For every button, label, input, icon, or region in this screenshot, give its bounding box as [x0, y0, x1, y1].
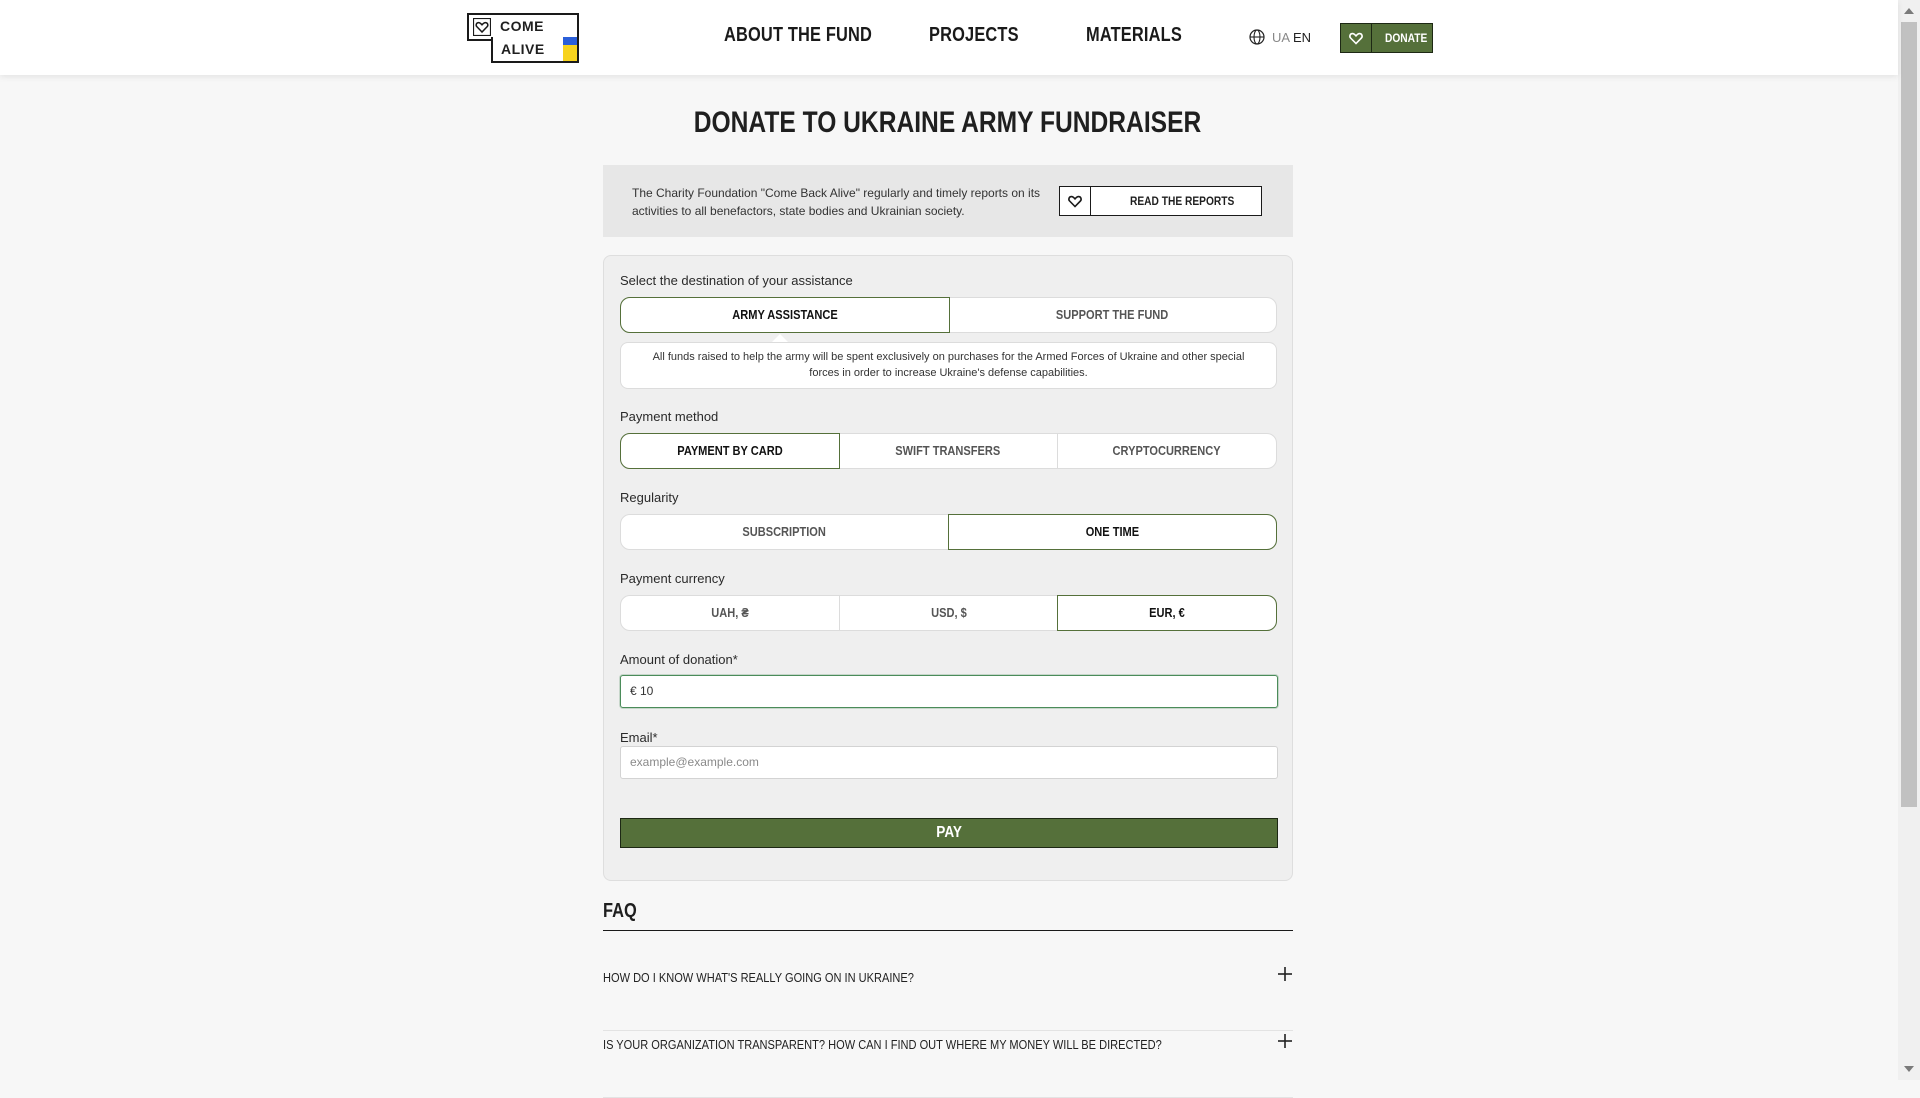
reports-banner-text: The Charity Foundation "Come Back Alive"… — [632, 186, 1041, 218]
plus-icon[interactable] — [1277, 1033, 1293, 1049]
regularity-label: Regularity — [620, 490, 679, 505]
header-donate-button[interactable]: DONATE — [1340, 23, 1433, 53]
faq-question: HOW DO I KNOW WHAT'S REALLY GOING ON IN … — [603, 970, 914, 985]
lang-ua[interactable]: UA — [1272, 30, 1290, 45]
destination-label: Select the destination of your assistanc… — [620, 273, 853, 288]
faq-divider — [603, 930, 1293, 931]
ukraine-flag — [563, 37, 577, 61]
logo[interactable]: COME BACK ALIVE — [467, 13, 579, 65]
reports-banner: The Charity Foundation "Come Back Alive"… — [603, 165, 1293, 237]
read-reports-button[interactable]: READ THE REPORTS — [1059, 186, 1262, 216]
pay-button[interactable]: PAY — [620, 818, 1278, 848]
cryptocurrency-option[interactable]: CRYPTOCURRENCY — [1058, 434, 1276, 468]
read-reports-label: READ THE REPORTS — [1130, 194, 1235, 208]
scroll-down-arrow-icon[interactable] — [1904, 1066, 1914, 1072]
scroll-thumb[interactable] — [1901, 22, 1917, 807]
regularity-selector: SUBSCRIPTION ONE TIME — [620, 514, 1277, 550]
one-time-option[interactable]: ONE TIME — [948, 514, 1277, 550]
payment-by-card-option[interactable]: PAYMENT BY CARD — [620, 433, 840, 469]
heart-icon — [1349, 32, 1363, 45]
donation-form: Select the destination of your assistanc… — [603, 255, 1293, 881]
payment-method-label: Payment method — [620, 409, 719, 424]
nav-projects[interactable]: PROJECTS — [929, 24, 1019, 47]
amount-label: Amount of donation* — [620, 652, 738, 667]
nav-about-the-fund[interactable]: ABOUT THE FUND — [724, 24, 872, 47]
faq-item[interactable]: HOW DO I KNOW WHAT'S REALLY GOING ON IN … — [603, 967, 1293, 1031]
currency-selector: UAH, ₴ USD, $ EUR, € — [620, 595, 1278, 631]
currency-usd-option[interactable]: USD, $ — [840, 596, 1059, 630]
faq-item[interactable]: IS YOUR ORGANIZATION TRANSPARENT? HOW CA… — [603, 1034, 1293, 1098]
currency-uah-option[interactable]: UAH, ₴ — [621, 596, 840, 630]
destination-note: All funds raised to help the army will b… — [620, 342, 1277, 389]
page-title: DONATE TO UKRAINE ARMY FUNDRAISER — [693, 106, 1202, 139]
lang-en[interactable]: EN — [1293, 30, 1311, 45]
page-scrollbar[interactable] — [1898, 0, 1920, 1080]
nav-materials[interactable]: MATERIALS — [1086, 24, 1182, 47]
heart-icon — [1068, 195, 1082, 208]
logo-text-line2: ALIVE — [501, 41, 545, 57]
payment-method-selector: PAYMENT BY CARD SWIFT TRANSFERS CRYPTOCU… — [620, 433, 1277, 469]
destination-support-the-fund[interactable]: SUPPORT THE FUND — [949, 298, 1277, 332]
currency-label: Payment currency — [620, 571, 725, 586]
heart-icon — [473, 18, 491, 36]
swift-transfers-option[interactable]: SWIFT TRANSFERS — [839, 434, 1058, 468]
currency-eur-option[interactable]: EUR, € — [1057, 595, 1278, 631]
donate-label: DONATE — [1385, 31, 1428, 45]
destination-selector: ARMY ASSISTANCE SUPPORT THE FUND — [620, 297, 1277, 333]
email-label: Email* — [620, 730, 658, 745]
faq-title: FAQ — [603, 900, 637, 922]
site-header: COME BACK ALIVE ABOUT THE FUND PROJECTS … — [0, 0, 1898, 75]
destination-army-assistance[interactable]: ARMY ASSISTANCE — [620, 297, 950, 333]
amount-input[interactable]: € 10 — [620, 675, 1278, 708]
faq-question: IS YOUR ORGANIZATION TRANSPARENT? HOW CA… — [603, 1037, 1162, 1052]
plus-icon[interactable] — [1277, 966, 1293, 982]
globe-icon — [1249, 29, 1265, 45]
scroll-up-arrow-icon[interactable] — [1904, 8, 1914, 14]
subscription-option[interactable]: SUBSCRIPTION — [621, 515, 949, 549]
email-input[interactable]: example@example.com — [620, 746, 1278, 779]
